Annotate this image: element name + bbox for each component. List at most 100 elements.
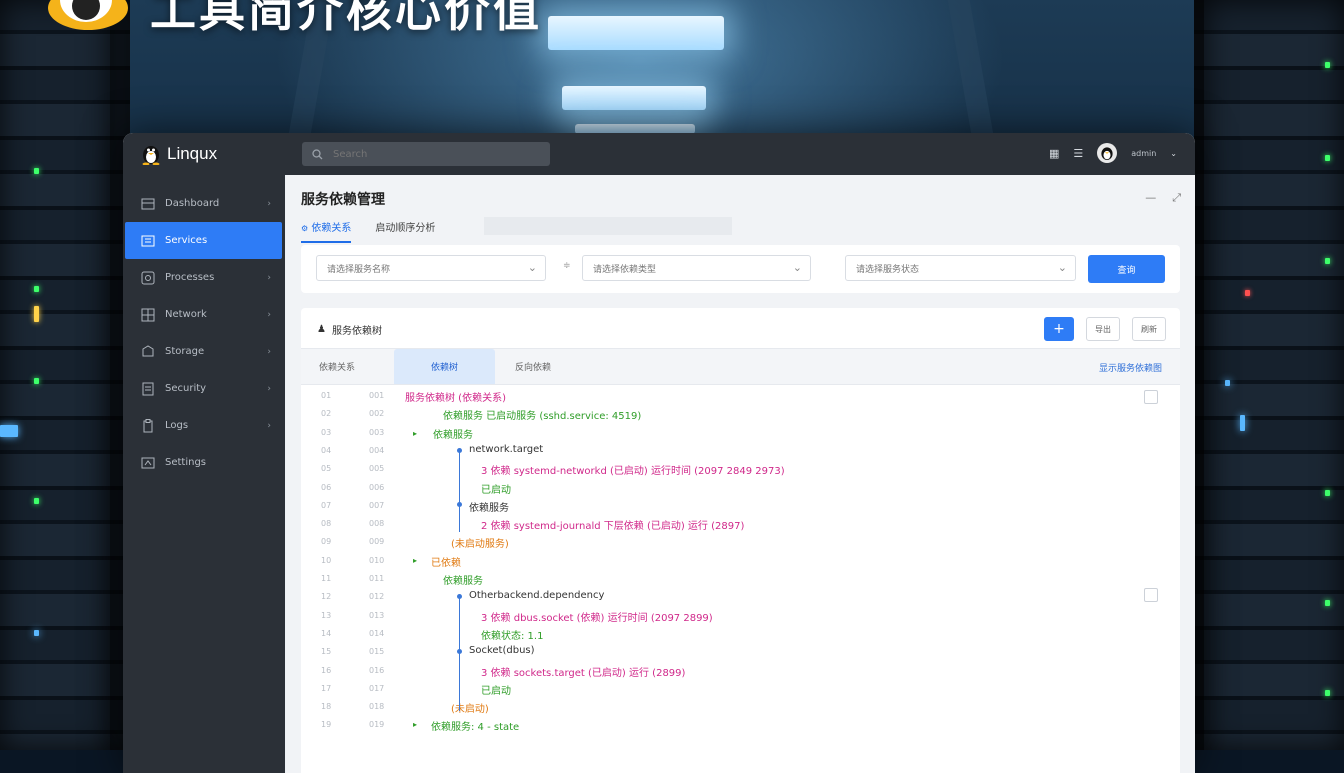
rack-led [1325, 258, 1330, 264]
avatar[interactable] [1097, 143, 1118, 163]
tree-row[interactable]: 05 005 3 依赖 systemd-networkd (已启动) 运行时间 (2… [301, 461, 1180, 479]
tree-row[interactable]: 09 009 (未启动服务) [301, 534, 1180, 552]
tree-row[interactable]: 06 006 已启动 [301, 480, 1180, 498]
user-icon: ♟ [317, 324, 326, 335]
page-title: 服务依赖管理 [301, 192, 385, 208]
tree-node-text: 依赖服务 [469, 502, 509, 514]
refresh-button[interactable]: 刷新 [1132, 317, 1166, 341]
line-number: 03 [321, 427, 332, 437]
line-number: 14 [321, 628, 332, 638]
tree-row[interactable]: 03 003 依赖服务 [301, 425, 1180, 443]
line-number: 016 [369, 665, 385, 675]
tree-row[interactable]: 16 016 3 依赖 sockets.target (已启动) 运行 (2899) [301, 663, 1180, 681]
dashboard-icon [141, 197, 155, 211]
tree-node-text: 3 依赖 dbus.socket (依赖) 运行时间 (2097 2899) [481, 612, 713, 624]
line-number: 07 [321, 500, 332, 510]
tree-row[interactable]: 19 019 依赖服务: 4 - state [301, 717, 1180, 735]
line-number: 01 [321, 391, 332, 400]
select-value: 请选择服务状态 [856, 264, 920, 275]
tree-row[interactable]: 18 018 (未启动) [301, 699, 1180, 717]
sidebar-item-label: Storage [165, 346, 205, 357]
sidebar-item-services[interactable]: Services [125, 222, 282, 259]
tree-row[interactable]: 01 001 服务依赖树 (依赖关系) [301, 388, 1180, 406]
tree-row[interactable]: 14 014 依赖状态: 1.1 [301, 626, 1180, 644]
sidebar-item-settings[interactable]: Settings [123, 444, 285, 481]
tree-node-text: (未启动) [451, 704, 489, 716]
tree-row[interactable]: 11 011 依赖服务 [301, 571, 1180, 589]
brand-name: Linqux [167, 144, 218, 163]
tree-node-text: 依赖服务: 4 - state [431, 722, 520, 734]
expand-arrow-icon[interactable]: ▸ [413, 720, 417, 729]
line-number: 06 [321, 482, 332, 492]
line-number: 004 [369, 445, 385, 455]
grid-icon[interactable]: ▦ [1049, 147, 1059, 160]
rack-led [1245, 290, 1250, 296]
rack-led [34, 286, 39, 292]
logs-icon [141, 418, 155, 433]
sidebar-item-label: Services [165, 235, 208, 246]
tree-row[interactable]: 15 015 Socket(dbus) [301, 644, 1180, 662]
minimize-icon[interactable]: — [1145, 191, 1156, 205]
tree-node-dot [457, 649, 462, 654]
tree-row[interactable]: 10 010 已依赖 [301, 553, 1180, 571]
expand-arrow-icon[interactable]: ▸ [413, 429, 417, 438]
tree-node-text: 服务依赖树 (依赖关系) [405, 393, 506, 404]
tree-node-text: 依赖服务 已启动服务 (sshd.service: 4519) [443, 411, 642, 423]
brand[interactable]: Linqux [141, 143, 217, 165]
tree-row[interactable]: 07 007 依赖服务 [301, 498, 1180, 516]
expand-icon[interactable]: ⤢ [1172, 191, 1181, 205]
line-number: 005 [369, 464, 385, 474]
line-number: 007 [369, 500, 385, 510]
tab-dependencies[interactable]: ⚙ 依赖关系 [301, 219, 352, 243]
line-number: 19 [321, 720, 332, 730]
export-button[interactable]: 导出 [1086, 317, 1120, 341]
subtab-tree[interactable]: 依赖树 [394, 349, 495, 384]
select-value: 请选择服务名称 [327, 264, 391, 275]
tux-icon [142, 146, 160, 165]
line-number: 019 [369, 720, 385, 730]
subtab-reverse[interactable]: 反向依赖 [515, 349, 551, 384]
tree-row[interactable]: 13 013 3 依赖 dbus.socket (依赖) 运行时间 (2097 28… [301, 608, 1180, 626]
tree-row[interactable]: 08 008 2 依赖 systemd-journald 下层依赖 (已启动) 运行… [301, 516, 1180, 534]
expand-arrow-icon[interactable]: ▸ [413, 556, 417, 565]
user-name[interactable]: admin [1131, 149, 1156, 158]
tree-node-text: 3 依赖 sockets.target (已启动) 运行 (2899) [481, 667, 686, 679]
sidebar-item-processes[interactable]: Processes › [123, 259, 285, 296]
chevron-down-icon[interactable]: ⌄ [1170, 149, 1177, 158]
tree-row[interactable]: 02 002 依赖服务 已启动服务 (sshd.service: 4519) [301, 406, 1180, 424]
sidebar-item-label: Logs [165, 420, 189, 431]
select-value: 请选择依赖类型 [593, 264, 657, 275]
tree-row[interactable]: 04 004 network.target [301, 443, 1180, 461]
sidebar-item-dashboard[interactable]: Dashboard › [123, 185, 285, 222]
search-box[interactable] [302, 142, 550, 166]
service-select[interactable]: 请选择服务名称 ⌄ [316, 255, 546, 281]
sidebar-item-security[interactable]: Security › [123, 370, 285, 407]
separator-icon: ≑ [563, 261, 571, 271]
line-number: 08 [321, 519, 332, 529]
status-select[interactable]: 请选择服务状态 ⌄ [845, 255, 1076, 281]
server-rack-left [0, 0, 110, 750]
line-number: 003 [369, 427, 385, 437]
topbar-actions: ▦ ☰ admin ⌄ [1049, 143, 1177, 163]
add-button[interactable]: + [1044, 317, 1074, 341]
sidebar-item-logs[interactable]: Logs › [123, 407, 285, 444]
menu-icon[interactable]: ☰ [1073, 147, 1083, 160]
dependency-type-select[interactable]: 请选择依赖类型 ⌄ [582, 255, 811, 281]
show-graph-link[interactable]: 显示服务依赖图 [1099, 361, 1162, 374]
line-number: 002 [369, 409, 385, 419]
rack-led [1325, 600, 1330, 606]
rack-led [34, 630, 39, 636]
panel-header: ♟ 服务依赖树 [317, 322, 382, 337]
rack-led [1325, 155, 1330, 161]
subtab-relations[interactable]: 依赖关系 [319, 349, 355, 384]
tab-startup-order[interactable]: 启动顺序分析 [375, 219, 435, 243]
sidebar-item-network[interactable]: Network › [123, 296, 285, 333]
search-input[interactable] [331, 147, 535, 161]
penguin-logo-icon [48, 0, 128, 30]
tree-row[interactable]: 17 017 已启动 [301, 681, 1180, 699]
tree-row[interactable]: 12 012 Otherbackend.dependency [301, 589, 1180, 607]
sidebar-item-label: Settings [165, 457, 207, 468]
sidebar-item-storage[interactable]: Storage › [123, 333, 285, 370]
query-button[interactable]: 查询 [1088, 255, 1165, 283]
sidebar: Dashboard › Services Processes › Network… [123, 175, 285, 773]
